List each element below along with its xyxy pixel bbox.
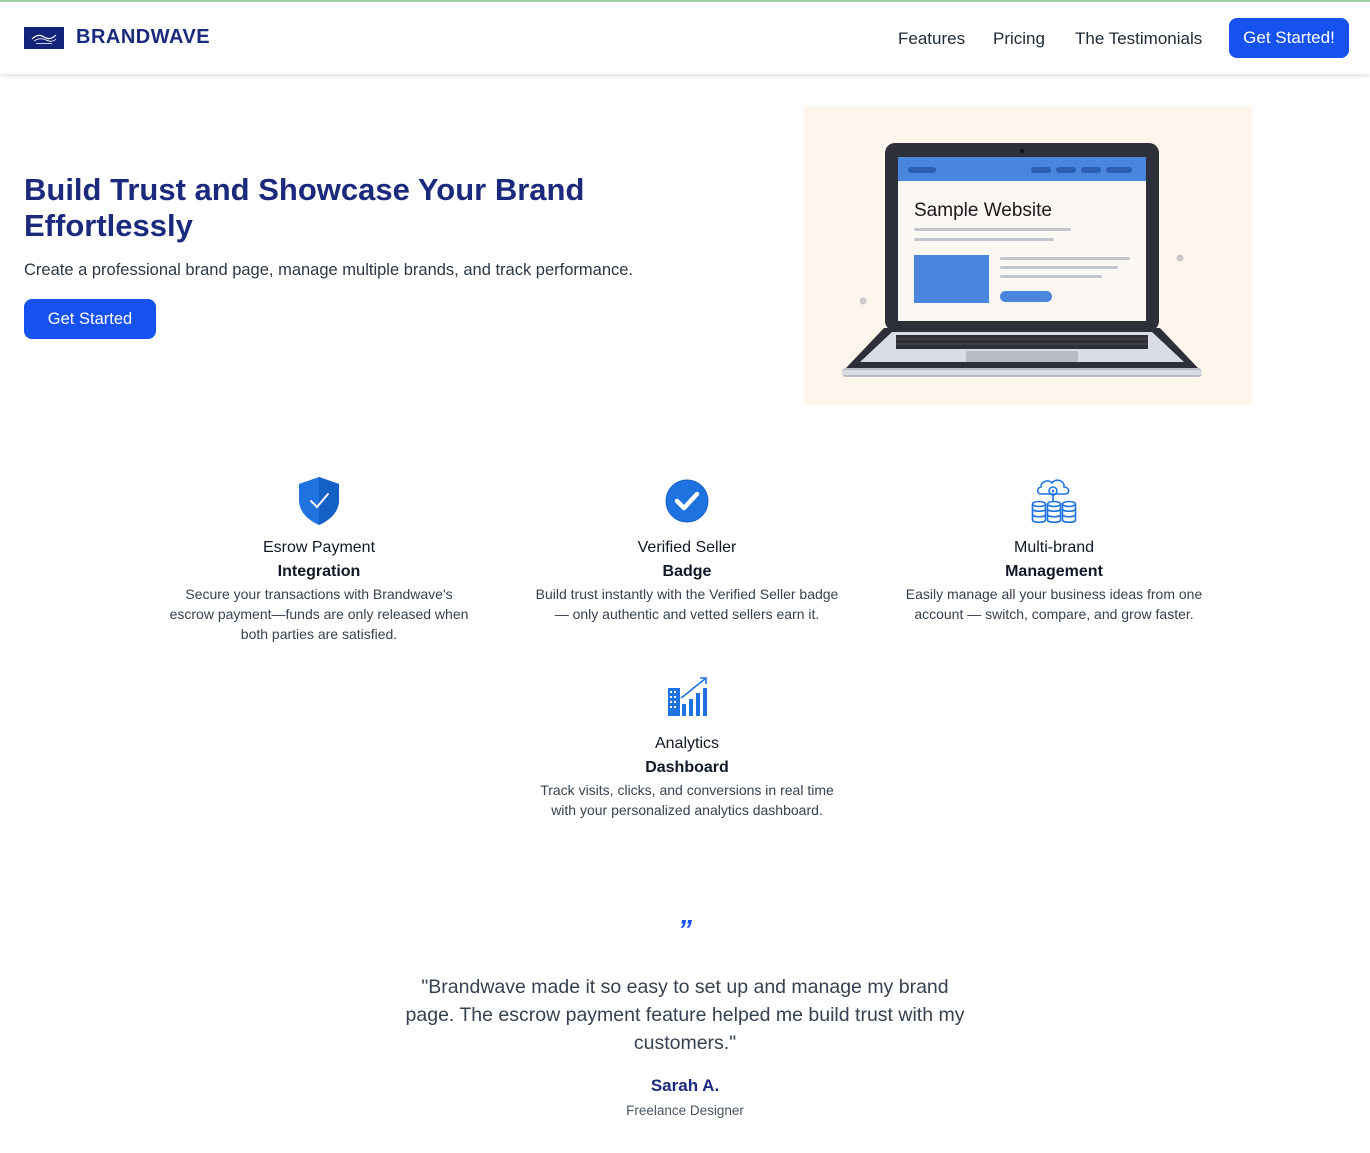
- nav-link-testimonials[interactable]: The Testimonials: [1075, 29, 1202, 49]
- feature-subtitle: Badge: [662, 563, 712, 580]
- feature-subtitle: Management: [1005, 563, 1103, 580]
- testimonial-quote: "Brandwave made it so easy to set up and…: [405, 976, 965, 1054]
- nav-get-started-button[interactable]: Get Started!: [1229, 18, 1349, 58]
- feature-analytics: Analytics Dashboard Track visits, clicks…: [532, 676, 842, 820]
- testimonial-role: Freelance Designer: [626, 1103, 744, 1118]
- brand-name[interactable]: BRANDWAVE: [76, 26, 210, 49]
- hero-subtitle: Create a professional brand page, manage…: [24, 261, 634, 279]
- testimonial-author: Sarah A.: [650, 1076, 720, 1095]
- feature-multi-brand: Multi-brand Management Easily manage all…: [899, 476, 1209, 624]
- feature-description: Track visits, clicks, and conversions in…: [540, 782, 834, 818]
- quote-mark-icon: ”: [678, 914, 692, 945]
- feature-title: Esrow Payment: [262, 539, 376, 556]
- feature-description: Secure your transactions with Brandwave'…: [169, 586, 469, 642]
- hero-title: Build Trust and Showcase Your Brand Effo…: [24, 172, 585, 243]
- hero-get-started-button[interactable]: Get Started: [24, 299, 156, 339]
- feature-escrow-payment: Esrow Payment Integration Secure your tr…: [164, 476, 474, 644]
- feature-title: Multi-brand: [1013, 539, 1095, 556]
- navbar: BRANDWAVE Features Pricing The Testimoni…: [0, 2, 1370, 74]
- brand-logo[interactable]: [24, 27, 64, 49]
- feature-description: Easily manage all your business ideas fr…: [905, 586, 1203, 622]
- feature-verified-seller: Verified Seller Badge Build trust instan…: [532, 476, 842, 624]
- nav-link-features[interactable]: Features: [898, 29, 965, 49]
- feature-subtitle: Integration: [277, 563, 361, 580]
- hero-laptop-illustration: Sample Website: [804, 106, 1252, 405]
- laptop-screen-text: Sample Website: [914, 200, 1052, 221]
- multi-brand-icon: [1031, 479, 1077, 524]
- feature-title: Verified Seller: [637, 539, 737, 556]
- feature-title: Analytics: [654, 735, 720, 752]
- verified-badge-icon: [665, 479, 709, 523]
- analytics-icon: [668, 677, 707, 716]
- wave-logo-icon: [31, 34, 57, 44]
- laptop-icon: Sample Website: [842, 143, 1202, 377]
- nav-link-pricing[interactable]: Pricing: [993, 29, 1045, 49]
- feature-description: Build trust instantly with the Verified …: [535, 586, 839, 622]
- shield-check-icon: [299, 477, 339, 525]
- feature-subtitle: Dashboard: [645, 759, 729, 776]
